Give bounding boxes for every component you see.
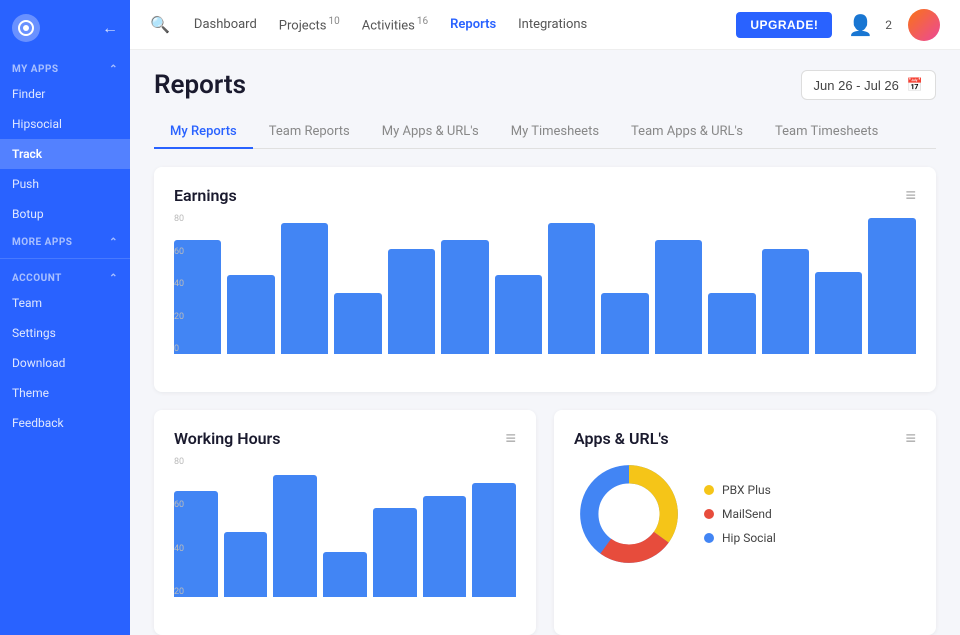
bar-item (273, 475, 317, 597)
sidebar-item-settings[interactable]: Settings (0, 318, 130, 348)
nav-projects[interactable]: Projects10 (271, 12, 348, 37)
sidebar-item-download[interactable]: Download (0, 348, 130, 378)
apps-urls-title: Apps & URL's (574, 429, 669, 448)
legend-dot-hipsocial (704, 533, 714, 543)
bar-item (334, 293, 381, 354)
working-hours-chart: 80604020 (174, 457, 516, 617)
sidebar-item-team[interactable]: Team (0, 288, 130, 318)
tab-team-timesheets[interactable]: Team Timesheets (759, 116, 894, 149)
sidebar-item-feedback[interactable]: Feedback (0, 408, 130, 438)
bar-item (224, 532, 268, 597)
legend-dot-mailsend (704, 509, 714, 519)
donut-chart (574, 459, 684, 569)
earnings-bars (174, 214, 916, 354)
nav-reports[interactable]: Reports (442, 13, 504, 36)
bar-item (708, 293, 755, 354)
working-hours-menu-icon[interactable]: ≡ (505, 428, 516, 449)
sidebar-item-theme[interactable]: Theme (0, 378, 130, 408)
bar-item (227, 275, 274, 354)
bar-item (495, 275, 542, 354)
working-hours-y-axis: 80604020 (174, 457, 198, 597)
account-section: ACCOUNT ⌃ (0, 265, 130, 288)
working-hours-card: Working Hours ≡ 80604020 (154, 410, 536, 635)
earnings-card: Earnings ≡ 806040200 (154, 167, 936, 392)
upgrade-button[interactable]: UPGRADE! (736, 12, 832, 38)
sidebar-item-botup[interactable]: Botup (0, 199, 130, 229)
tab-my-apps-urls[interactable]: My Apps & URL's (366, 116, 495, 149)
legend-dot-pbx (704, 485, 714, 495)
donut-section: PBX Plus MailSend Hip Social (574, 459, 916, 569)
report-tabs: My Reports Team Reports My Apps & URL's … (154, 116, 936, 149)
working-hours-bars (174, 457, 516, 597)
bar-item (423, 496, 467, 597)
bar-item (655, 240, 702, 354)
bar-item (762, 249, 809, 354)
sidebar-item-push[interactable]: Push (0, 169, 130, 199)
main-area: 🔍 Dashboard Projects10 Activities16 Repo… (130, 0, 960, 635)
page-header: Reports Jun 26 - Jul 26 📅 (154, 70, 936, 100)
legend-pbx: PBX Plus (704, 483, 776, 497)
bar-item (388, 249, 435, 354)
bar-item (868, 218, 915, 355)
sidebar-item-hipsocial[interactable]: Hipsocial (0, 109, 130, 139)
apps-urls-card: Apps & URL's ≡ (554, 410, 936, 635)
nav-dashboard[interactable]: Dashboard (186, 13, 265, 36)
legend-mailsend: MailSend (704, 507, 776, 521)
bar-item (281, 223, 328, 354)
calendar-icon: 📅 (907, 77, 923, 93)
bar-item (373, 508, 417, 597)
bar-item (815, 272, 862, 354)
sidebar-item-track[interactable]: Track (0, 139, 130, 169)
legend-hipsocial: Hip Social (704, 531, 776, 545)
user-icon[interactable]: 👤 (848, 13, 873, 37)
bottom-row: Working Hours ≡ 80604020 (154, 410, 936, 635)
donut-svg (574, 459, 684, 569)
tab-team-apps-urls[interactable]: Team Apps & URL's (615, 116, 759, 149)
bar-item (601, 293, 648, 354)
sidebar-divider (0, 258, 130, 259)
working-hours-title: Working Hours (174, 429, 281, 448)
back-icon[interactable]: ← (102, 18, 118, 38)
legend-label-hipsocial: Hip Social (722, 531, 776, 545)
topnav: 🔍 Dashboard Projects10 Activities16 Repo… (130, 0, 960, 50)
sidebar-logo-area: ← (0, 0, 130, 56)
avatar[interactable] (908, 9, 940, 41)
tab-my-timesheets[interactable]: My Timesheets (495, 116, 615, 149)
bar-item (323, 552, 367, 598)
apps-urls-card-header: Apps & URL's ≡ (574, 428, 916, 449)
earnings-y-axis: 806040200 (174, 214, 198, 354)
sidebar: ← MY APPS ⌃ Finder Hipsocial Track Push … (0, 0, 130, 635)
user-count: 2 (885, 18, 892, 32)
bar-item (472, 483, 516, 597)
apps-urls-menu-icon[interactable]: ≡ (905, 428, 916, 449)
search-icon[interactable]: 🔍 (150, 15, 170, 34)
sidebar-item-finder[interactable]: Finder (0, 79, 130, 109)
tab-my-reports[interactable]: My Reports (154, 116, 253, 149)
working-hours-card-header: Working Hours ≡ (174, 428, 516, 449)
page-title: Reports (154, 70, 246, 100)
nav-integrations[interactable]: Integrations (510, 13, 595, 36)
legend-label-mailsend: MailSend (722, 507, 772, 521)
earnings-card-header: Earnings ≡ (174, 185, 916, 206)
bar-item (441, 240, 488, 354)
my-apps-section: MY APPS ⌃ (0, 56, 130, 79)
apps-legend: PBX Plus MailSend Hip Social (704, 483, 776, 545)
app-logo[interactable] (12, 14, 40, 42)
nav-activities[interactable]: Activities16 (354, 12, 436, 37)
earnings-chart: 806040200 (174, 214, 916, 374)
earnings-menu-icon[interactable]: ≡ (905, 185, 916, 206)
tab-team-reports[interactable]: Team Reports (253, 116, 366, 149)
legend-label-pbx: PBX Plus (722, 483, 771, 497)
more-apps-section: MORE APPS ⌃ (0, 229, 130, 252)
content-area: Reports Jun 26 - Jul 26 📅 My Reports Tea… (130, 50, 960, 635)
date-range-label: Jun 26 - Jul 26 (814, 78, 899, 93)
bar-item (548, 223, 595, 354)
earnings-title: Earnings (174, 186, 237, 205)
date-range-button[interactable]: Jun 26 - Jul 26 📅 (801, 70, 936, 100)
